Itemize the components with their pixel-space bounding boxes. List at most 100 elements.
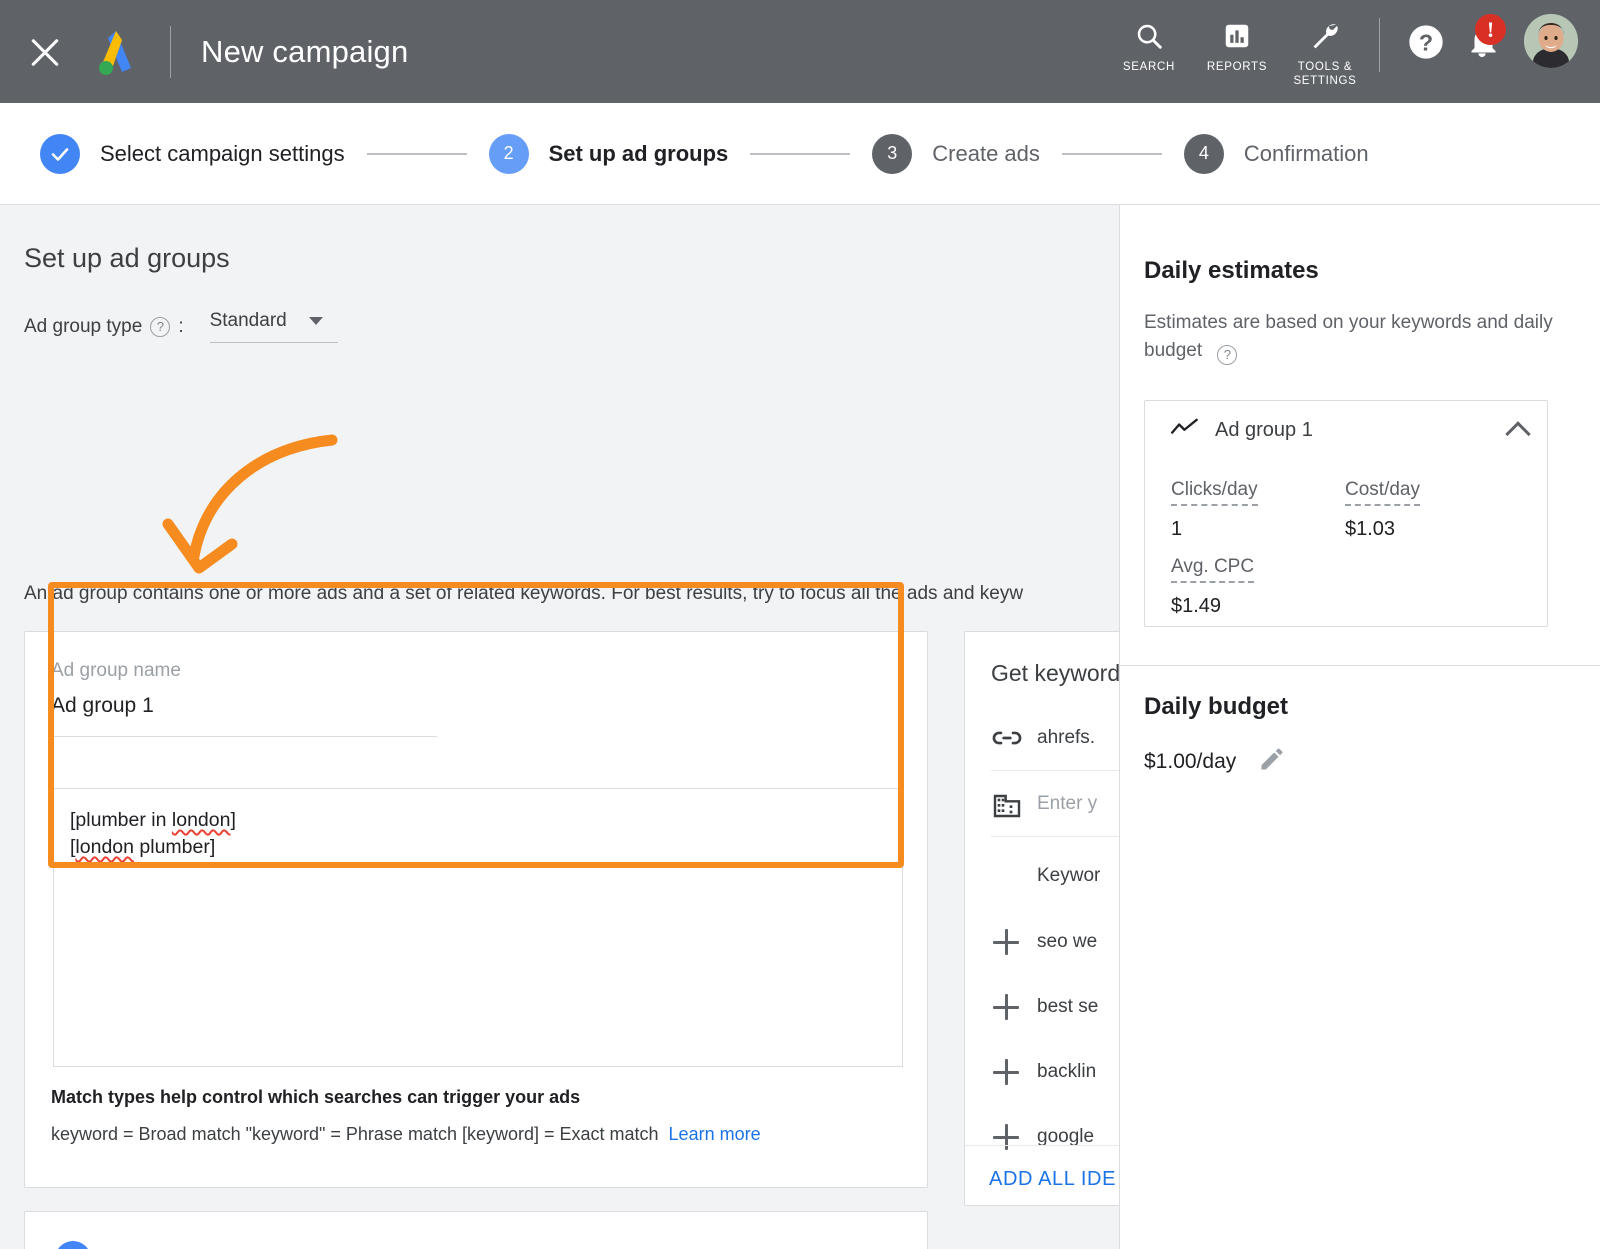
avatar[interactable] [1524, 14, 1578, 68]
ad-group-type-value: Standard [210, 310, 287, 332]
step-4-marker: 4 [1184, 134, 1224, 174]
ad-group-type-select[interactable]: Standard [210, 310, 338, 343]
top-app-bar: New campaign SEARCH [0, 0, 1600, 103]
metric-label[interactable]: Cost/day [1345, 479, 1420, 506]
metric-clicks-per-day: Clicks/day 1 [1171, 479, 1258, 541]
wrench-icon [1309, 14, 1341, 58]
pencil-icon[interactable] [1258, 745, 1286, 778]
keyword-ideas-card: Get keyword ahrefs. [964, 631, 1119, 1206]
help-question-icon[interactable]: ? [1217, 345, 1237, 365]
keyword-ideas-list-header: Keywor [991, 844, 1119, 908]
title-divider [170, 26, 171, 78]
estimates-sidebar: Daily estimates Estimates are based on y… [1119, 205, 1600, 1249]
ad-group-name-input[interactable]: Ad group 1 [51, 694, 154, 718]
google-ads-logo [94, 28, 140, 76]
top-bar-actions: SEARCH REPORTS [1105, 0, 1600, 103]
metric-value: 1 [1171, 518, 1258, 541]
match-types-note: keyword = Broad match "keyword" = Phrase… [51, 1124, 761, 1145]
notifications-button[interactable]: ! [1454, 14, 1510, 70]
plus-icon-wrap [991, 992, 1037, 1022]
spellcheck-word: london [75, 836, 134, 858]
tools-settings-button[interactable]: TOOLS & SETTINGS [1281, 14, 1369, 88]
keywords-textarea[interactable]: [plumber in london] [london plumber] [53, 788, 903, 1067]
keyword-ideas-divider-1 [991, 770, 1119, 771]
metric-avg-cpc: Avg. CPC $1.49 [1171, 556, 1254, 618]
step-select-campaign-settings[interactable]: Select campaign settings [40, 134, 345, 174]
search-icon [1134, 14, 1164, 58]
reports-button[interactable]: REPORTS [1193, 14, 1281, 74]
main-content: Set up ad groups Ad group type ? : Stand… [0, 205, 1600, 1249]
ad-groups-pane: Set up ad groups Ad group type ? : Stand… [0, 205, 1119, 1249]
keyword-ideas-url-row[interactable]: ahrefs. [991, 706, 1119, 770]
keyword-idea-label: seo we [1037, 931, 1097, 953]
chevron-up-icon[interactable] [1505, 421, 1530, 446]
keyword-idea-label: backlin [1037, 1061, 1096, 1083]
step-confirmation[interactable]: 4 Confirmation [1184, 134, 1369, 174]
step-1-marker [40, 134, 80, 174]
plus-icon[interactable] [991, 1122, 1021, 1152]
google-ads-new-campaign-screen: New campaign SEARCH [0, 0, 1600, 1249]
stepper-connector-3 [1062, 153, 1162, 155]
plus-icon[interactable] [991, 1057, 1021, 1087]
metric-value: $1.49 [1171, 595, 1254, 618]
sidebar-divider [1120, 665, 1600, 666]
keyword-ideas-business-placeholder: Enter y [1037, 793, 1097, 815]
keyword-ideas-divider-2 [991, 836, 1119, 837]
trend-line-icon [1171, 417, 1201, 444]
search-button[interactable]: SEARCH [1105, 14, 1193, 74]
step-3-label: Create ads [932, 141, 1040, 167]
add-all-ideas-button[interactable]: ADD ALL IDE [989, 1168, 1116, 1191]
keyword-idea-item-4[interactable]: google [991, 1105, 1119, 1169]
step-3-marker: 3 [872, 134, 912, 174]
reports-bar-chart-icon [1222, 14, 1252, 58]
metric-cost-per-day: Cost/day $1.03 [1345, 479, 1420, 541]
daily-estimates-subtitle-text: Estimates are based on your keywords and… [1144, 312, 1553, 361]
caret-down-icon [309, 317, 323, 325]
ad-group-description: An ad group contains one or more ads and… [24, 583, 1119, 605]
new-ad-group-row[interactable]: NEW AD GROUP [24, 1211, 928, 1249]
step-2-marker: 2 [489, 134, 529, 174]
match-types-note-text: keyword = Broad match "keyword" = Phrase… [51, 1124, 659, 1144]
help-button[interactable]: ? [1398, 14, 1454, 70]
step-set-up-ad-groups[interactable]: 2 Set up ad groups [489, 134, 729, 174]
keyword-idea-item-2[interactable]: best se [991, 975, 1119, 1039]
keyword-ideas-list-header-label: Keywor [1037, 865, 1100, 887]
keyword-line-1: [plumber in london] [70, 807, 886, 834]
spellcheck-word: london [172, 809, 231, 831]
metric-label[interactable]: Clicks/day [1171, 479, 1258, 506]
estimate-ad-group-name: Ad group 1 [1215, 419, 1313, 442]
ad-group-type-label: Ad group type [24, 316, 142, 338]
help-question-icon[interactable]: ? [150, 317, 170, 337]
plus-icon[interactable] [991, 927, 1021, 957]
estimate-card-header[interactable]: Ad group 1 [1171, 417, 1527, 444]
svg-text:?: ? [1419, 29, 1433, 55]
daily-budget-row: $1.00/day [1144, 745, 1286, 778]
match-types-heading: Match types help control which searches … [51, 1087, 580, 1108]
keyword-ideas-footer-divider [965, 1145, 1119, 1146]
building-icon [991, 788, 1037, 820]
plus-icon-wrap [991, 1057, 1037, 1087]
keyword-idea-item-3[interactable]: backlin [991, 1040, 1119, 1104]
check-icon [48, 142, 72, 166]
keyword-idea-label: best se [1037, 996, 1098, 1018]
plus-circle-icon[interactable] [55, 1241, 91, 1249]
metric-label[interactable]: Avg. CPC [1171, 556, 1254, 583]
chevron-down-icon[interactable] [861, 1240, 889, 1249]
keyword-ideas-title: Get keyword [991, 660, 1119, 687]
actions-divider [1379, 18, 1380, 72]
plus-icon[interactable] [991, 992, 1021, 1022]
keyword-ideas-url-value: ahrefs. [1037, 727, 1095, 749]
page-title: New campaign [201, 34, 408, 70]
close-icon[interactable] [24, 31, 66, 73]
daily-budget-value: $1.00/day [1144, 750, 1236, 774]
step-create-ads[interactable]: 3 Create ads [872, 134, 1040, 174]
ad-group-type-row: Ad group type ? : Standard [24, 310, 338, 343]
step-2-label: Set up ad groups [549, 141, 729, 167]
page-section-title: Set up ad groups [24, 243, 230, 274]
step-1-label: Select campaign settings [100, 141, 345, 167]
keyword-ideas-business-row[interactable]: Enter y [991, 772, 1119, 836]
keyword-idea-item-1[interactable]: seo we [991, 910, 1119, 974]
help-question-icon: ? [1406, 22, 1446, 62]
learn-more-link[interactable]: Learn more [669, 1124, 761, 1144]
campaign-stepper: Select campaign settings 2 Set up ad gro… [0, 103, 1600, 205]
